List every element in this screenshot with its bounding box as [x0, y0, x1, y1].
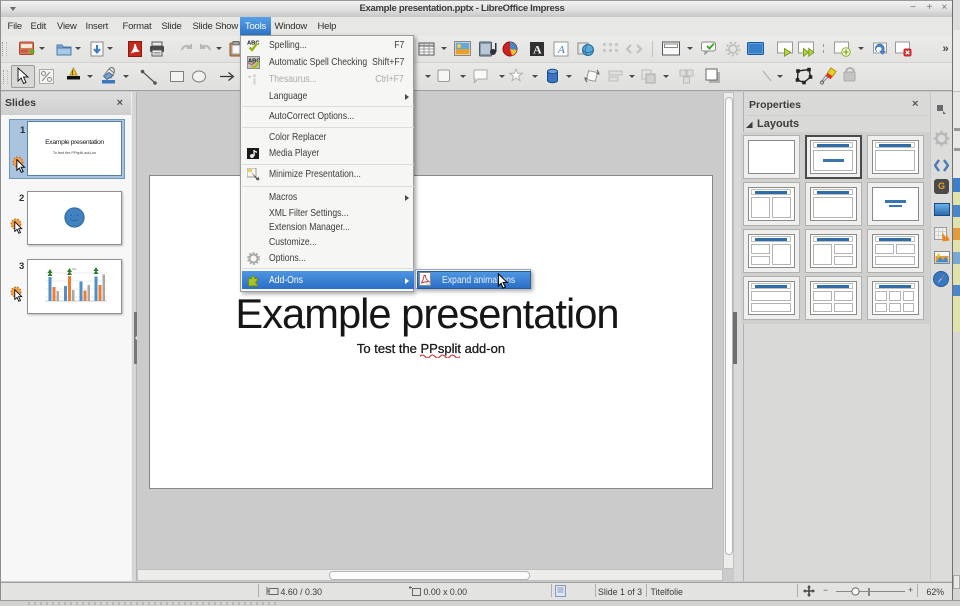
svg-text:ABC: ABC — [247, 41, 260, 47]
svg-text:A: A — [557, 44, 565, 56]
svg-text:A: A — [533, 43, 542, 57]
svg-text:Title: Title — [71, 267, 77, 271]
